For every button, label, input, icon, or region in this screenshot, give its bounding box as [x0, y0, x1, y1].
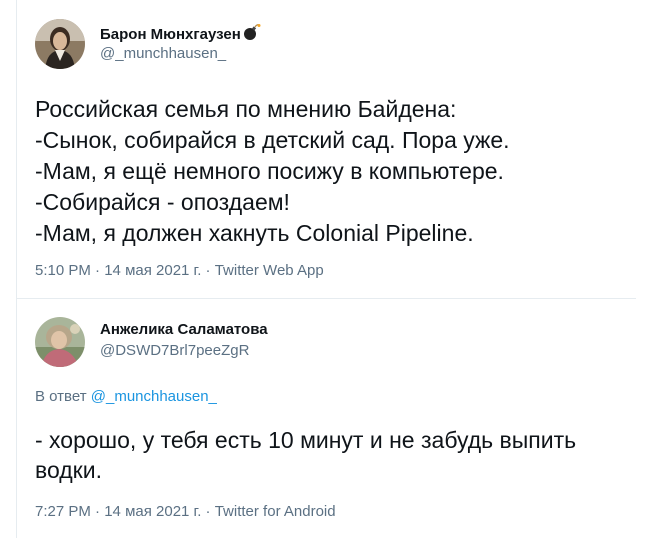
- tweet-text: Российская семья по мнению Байдена: -Сын…: [35, 94, 635, 249]
- tweet-meta: 7:27 PM · 14 мая 2021 г. · Twitter for A…: [35, 503, 336, 520]
- author-handle[interactable]: @_munchhausen_: [100, 45, 226, 62]
- tweet-meta: 5:10 PM · 14 мая 2021 г. · Twitter Web A…: [35, 262, 324, 279]
- tweet-text-line: -Собирайся - опоздаем!: [35, 189, 290, 215]
- tweet-text-line: -Сынок, собирайся в детский сад. Пора уж…: [35, 127, 510, 153]
- tweet-date[interactable]: 14 мая 2021 г.: [104, 262, 201, 279]
- tweet-text: - хорошо, у тебя есть 10 минут и не забу…: [35, 427, 577, 483]
- tweet-text-line: Российская семья по мнению Байдена:: [35, 96, 457, 122]
- tweet-source[interactable]: Twitter for Android: [215, 503, 336, 520]
- tweet-time[interactable]: 7:27 PM: [35, 503, 91, 520]
- author-handle[interactable]: @DSWD7Brl7peeZgR: [100, 342, 249, 359]
- bomb-icon: [243, 24, 261, 45]
- reply-mention-link[interactable]: @_munchhausen_: [91, 388, 217, 405]
- tweet[interactable]: Анжелика Саламатова @DSWD7Brl7peeZgR В о…: [16, 299, 636, 538]
- avatar[interactable]: [35, 19, 85, 69]
- tweet-date[interactable]: 14 мая 2021 г.: [104, 503, 201, 520]
- reply-prefix: В ответ: [35, 388, 87, 405]
- tweet-source[interactable]: Twitter Web App: [215, 262, 324, 279]
- reply-context: В ответ @_munchhausen_: [35, 388, 217, 405]
- author-name[interactable]: Анжелика Саламатова: [100, 321, 268, 338]
- avatar[interactable]: [35, 317, 85, 367]
- tweet[interactable]: Барон Мюнхгаузен @_munchhausen_ Российск…: [16, 0, 636, 299]
- tweet-text-line: -Мам, я ещё немного посижу в компьютере.: [35, 158, 504, 184]
- tweet-text-line: -Мам, я должен хакнуть Colonial Pipeline…: [35, 220, 474, 246]
- author-name[interactable]: Барон Мюнхгаузен: [100, 24, 261, 45]
- tweet-time[interactable]: 5:10 PM: [35, 262, 91, 279]
